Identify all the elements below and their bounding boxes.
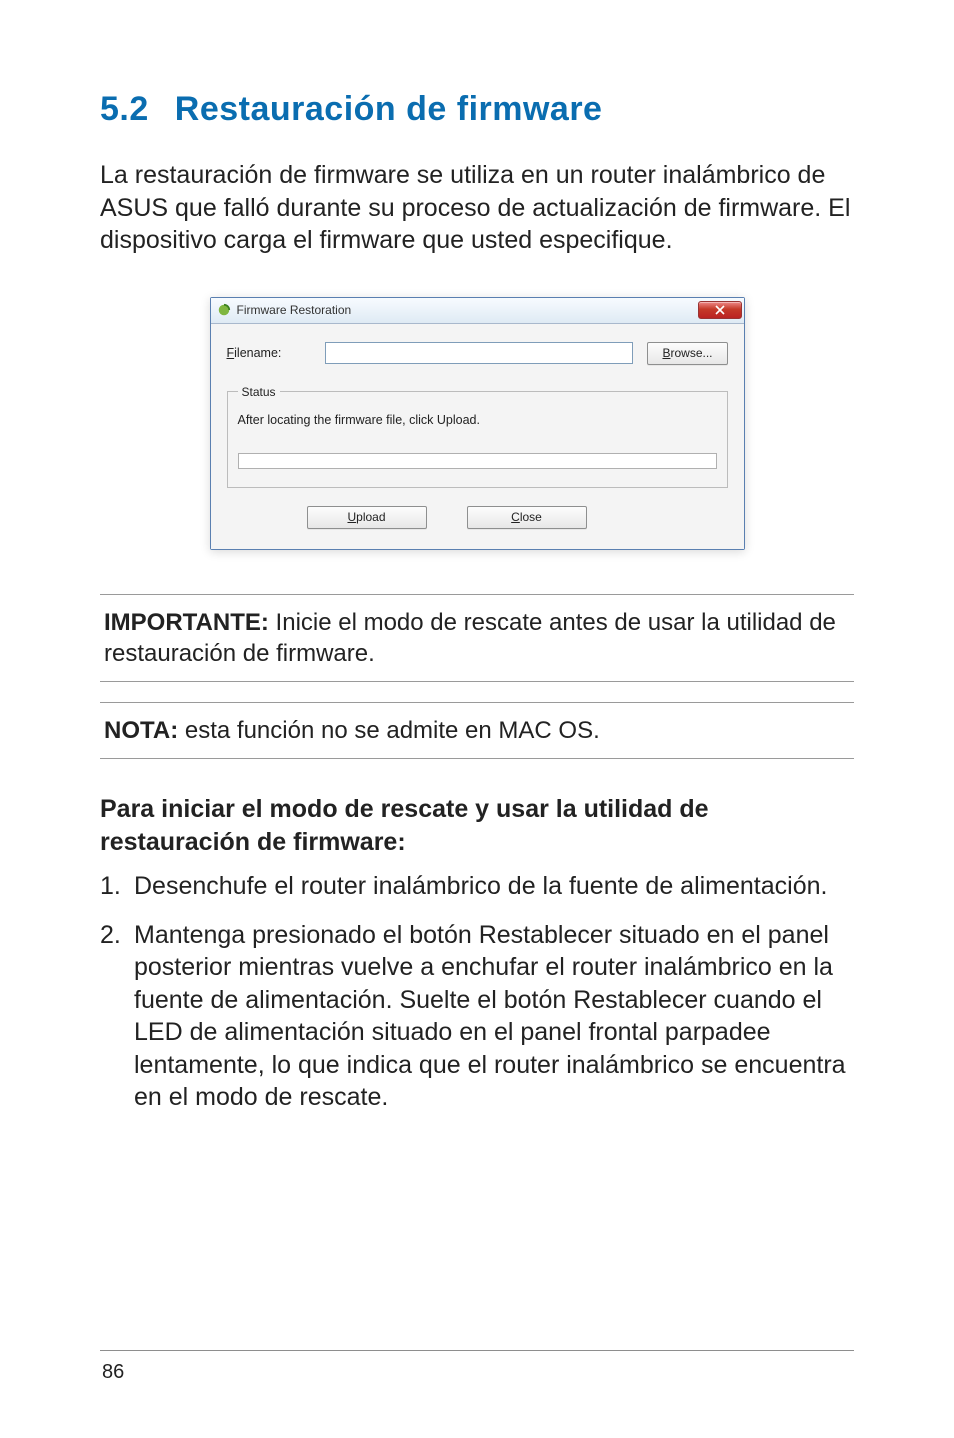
close-icon[interactable]: [698, 301, 742, 319]
section-heading: 5.2 Restauración de firmware: [100, 90, 854, 129]
upload-button[interactable]: Upload: [307, 506, 427, 529]
filename-row: Filename: Browse...: [227, 342, 728, 365]
dialog-button-row: Upload Close: [307, 506, 728, 529]
section-title: Restauración de firmware: [175, 90, 603, 128]
browse-button[interactable]: Browse...: [647, 342, 727, 365]
intro-paragraph: La restauración de firmware se utiliza e…: [100, 159, 854, 257]
nota-label: NOTA:: [104, 717, 178, 744]
dialog-title: Firmware Restoration: [237, 303, 698, 317]
steps-list: Desenchufe el router inalámbrico de la f…: [100, 870, 854, 1114]
dialog-titlebar: Firmware Restoration: [211, 298, 744, 324]
status-group: Status After locating the firmware file,…: [227, 385, 728, 488]
footer-rule: [100, 1350, 854, 1351]
app-icon: [217, 303, 231, 317]
status-message: After locating the firmware file, click …: [238, 413, 717, 427]
filename-label: Filename:: [227, 346, 311, 360]
page-footer: 86: [0, 1350, 954, 1384]
progress-bar: [238, 453, 717, 469]
close-button[interactable]: Close: [467, 506, 587, 529]
dialog-body: Filename: Browse... Status After locatin…: [211, 324, 744, 549]
list-item: Mantenga presionado el botón Restablecer…: [100, 919, 854, 1114]
page-number: 86: [100, 1361, 854, 1384]
section-number: 5.2: [100, 90, 149, 128]
nota-text: esta función no se admite en MAC OS.: [185, 717, 600, 744]
nota-box: NOTA: esta función no se admite en MAC O…: [100, 702, 854, 759]
status-legend: Status: [238, 385, 280, 399]
important-box: IMPORTANTE: Inicie el modo de rescate an…: [100, 594, 854, 682]
firmware-restoration-dialog: Firmware Restoration Filename: Browse...…: [210, 297, 745, 550]
filename-input[interactable]: [325, 342, 634, 364]
steps-heading: Para iniciar el modo de rescate y usar l…: [100, 793, 854, 858]
important-label: IMPORTANTE:: [104, 609, 269, 636]
list-item: Desenchufe el router inalámbrico de la f…: [100, 870, 854, 903]
